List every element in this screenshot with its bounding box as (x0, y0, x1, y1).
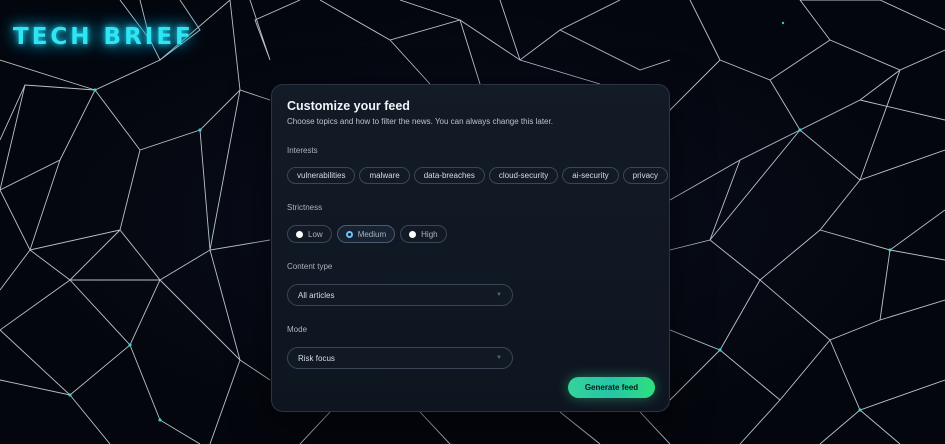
chip-malware[interactable]: malware (359, 167, 410, 184)
chevron-down-icon: ▼ (496, 292, 502, 298)
panel-title: Customize your feed (287, 99, 410, 113)
strictness-option-medium[interactable]: Medium (336, 225, 396, 243)
brand-logo: TECH BRIEF (13, 24, 194, 50)
strictness-label: Strictness (287, 203, 323, 212)
chevron-down-icon: ▼ (496, 355, 502, 361)
content-type-select[interactable]: All articles ▼ (287, 284, 513, 306)
mode-value: Risk focus (298, 353, 335, 363)
generate-feed-button[interactable]: Generate feed (568, 377, 655, 398)
content-type-label: Content type (287, 262, 333, 271)
customize-feed-panel: Customize your feed Choose topics and ho… (271, 84, 670, 412)
radio-label: Medium (357, 229, 387, 239)
mode-label: Mode (287, 325, 308, 334)
interests-chip-group: vulnerabilities malware data-breaches cl… (287, 167, 669, 184)
strictness-option-low[interactable]: Low (287, 225, 332, 243)
radio-indicator (296, 230, 303, 238)
mode-select[interactable]: Risk focus ▼ (287, 347, 513, 369)
chip-ai-security[interactable]: ai-security (562, 167, 619, 184)
strictness-option-high[interactable]: High (400, 225, 447, 243)
radio-label: High (421, 229, 438, 239)
panel-subtitle: Choose topics and how to filter the news… (287, 117, 553, 126)
radio-label: Low (308, 229, 323, 239)
chip-cloud-security[interactable]: cloud-security (488, 167, 559, 184)
content-type-value: All articles (298, 290, 335, 300)
chip-vulnerabilities[interactable]: vulnerabilities (287, 167, 356, 184)
chip-privacy[interactable]: privacy (622, 167, 669, 184)
chip-data-breaches[interactable]: data-breaches (413, 167, 485, 184)
strictness-radio-group: Low Medium High (287, 225, 447, 243)
interests-label: Interests (287, 146, 318, 155)
radio-indicator-selected (345, 230, 353, 238)
page-background: TECH BRIEF Customize your feed Choose to… (0, 0, 945, 444)
radio-indicator (409, 230, 417, 238)
